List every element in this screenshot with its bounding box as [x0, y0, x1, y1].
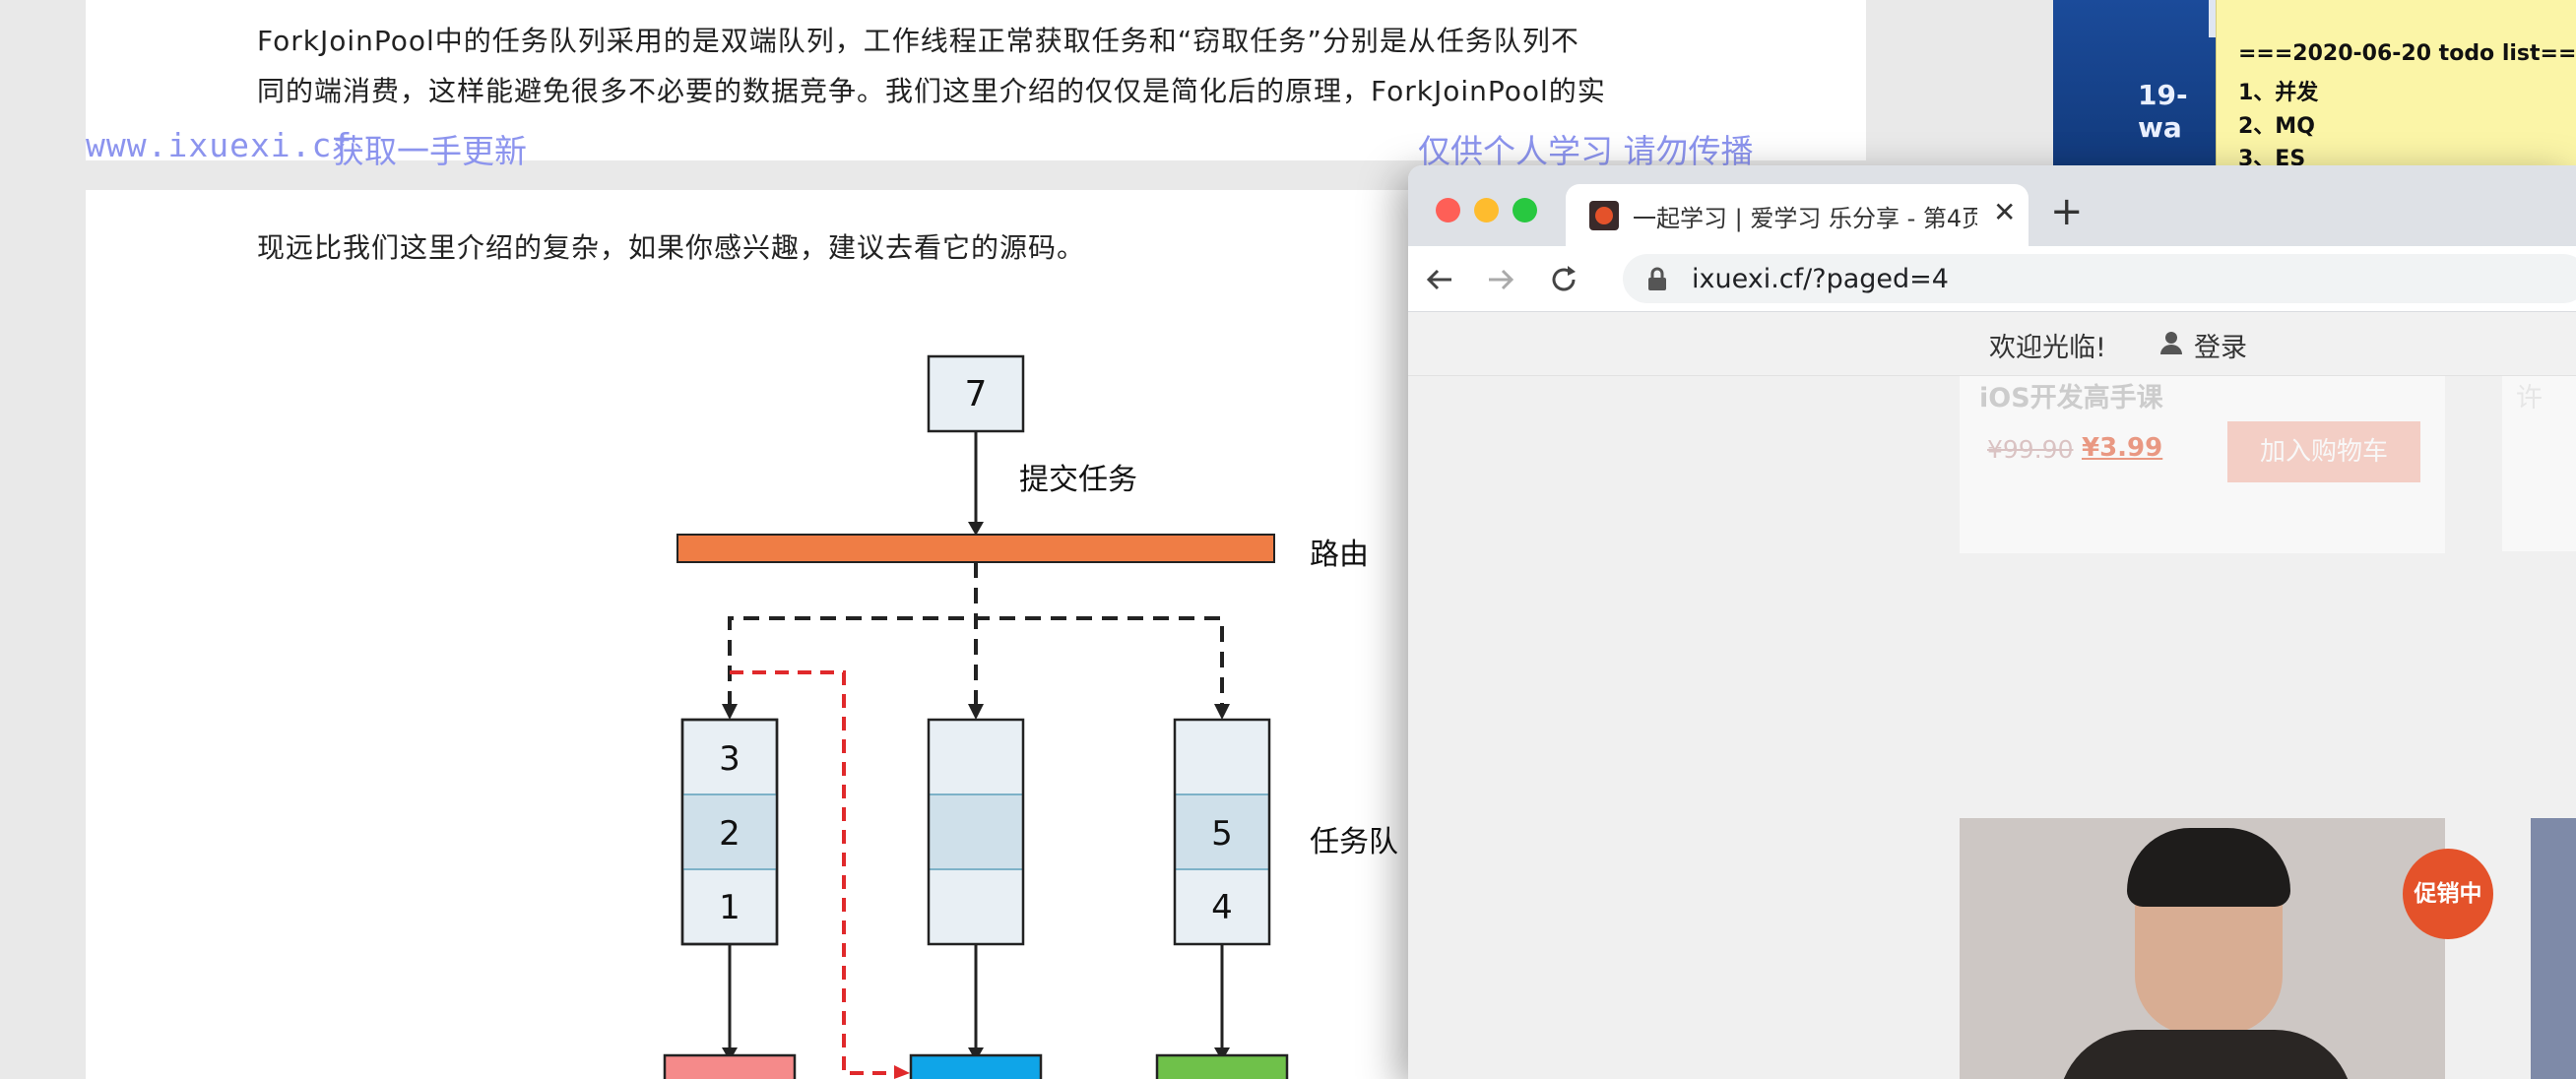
article-text-line-2: 同的端消费，这样能避免很多不必要的数据竞争。我们这里介绍的仅仅是简化后的原理，F…	[257, 75, 1606, 107]
route-label: 路由	[1310, 538, 1369, 572]
queue1-item-2: 2	[719, 814, 741, 854]
browser-window: 一起学习 | 爱学习 乐分享 - 第4页 ✕ + ixuexi.cf/?page…	[1408, 165, 2576, 1079]
forkjoin-diagram: 7 提交任务 路由 3 2 1 5 4 任务队	[663, 354, 1398, 1079]
sticky-line-2: 1、并发	[2238, 81, 2319, 105]
add-to-cart-button[interactable]: 加入购物车	[2227, 421, 2420, 482]
page-content: iOS开发高手课 ¥99.90 ¥3.99 加入购物车 许 促销中	[1408, 376, 2576, 1079]
minimize-window-button[interactable]	[1474, 198, 1499, 222]
close-tab-icon[interactable]: ✕	[1993, 196, 2016, 228]
site-top-bar: 欢迎光临! 登录	[1408, 312, 2576, 376]
lock-icon	[1648, 267, 1666, 290]
address-bar[interactable]: ixuexi.cf/?paged=4	[1623, 254, 2576, 303]
worker-box-3	[1155, 1053, 1289, 1079]
new-tab-icon[interactable]: +	[2050, 189, 2084, 234]
sticky-line-3: 2、MQ	[2238, 114, 2315, 139]
article-text-line-1: ForkJoinPool中的任务队列采用的是双端队列，工作线程正常获取任务和“窃…	[257, 25, 1579, 57]
course-card-top: iOS开发高手课 ¥99.90 ¥3.99 加入购物车	[1960, 376, 2445, 553]
submit-task-label: 提交任务	[1019, 463, 1137, 497]
close-window-button[interactable]	[1436, 198, 1460, 222]
task-top-label: 7	[965, 374, 988, 414]
watermark-update: 获取一手更新	[332, 132, 527, 170]
welcome-text: 欢迎光临!	[1989, 333, 2106, 363]
queue1-item-3: 1	[719, 888, 741, 927]
browser-toolbar: ixuexi.cf/?paged=4	[1408, 246, 2576, 312]
new-price: ¥3.99	[2082, 433, 2163, 463]
tab-title: 一起学习 | 爱学习 乐分享 - 第4页	[1633, 205, 1977, 232]
old-price: ¥99.90	[1987, 435, 2074, 464]
queue3-item-2: 4	[1211, 888, 1233, 927]
login-link[interactable]: 登录	[2194, 326, 2247, 364]
wallpaper-text: 19-wa	[2138, 79, 2188, 144]
sticky-note[interactable]: ===2020-06-20 todo list==== 1、并发 2、MQ 3、…	[2216, 0, 2576, 171]
sticky-line-1: ===2020-06-20 todo list====	[2238, 41, 2576, 66]
maximize-window-button[interactable]	[1513, 198, 1537, 222]
queue3-item-1: 5	[1211, 814, 1233, 854]
forward-icon[interactable]	[1483, 262, 1518, 297]
watermark-site: www.ixuexi.cf	[86, 126, 354, 164]
tab-bar: 一起学习 | 爱学习 乐分享 - 第4页 ✕ +	[1408, 165, 2576, 246]
worker-box-1	[663, 1053, 797, 1079]
course-image-partial[interactable]	[2531, 818, 2576, 1079]
course-title[interactable]: iOS开发高手课	[1979, 376, 2163, 414]
desktop-wallpaper: 19-wa	[2053, 0, 2228, 167]
promo-badge: 促销中	[2403, 849, 2493, 939]
browser-tab-active[interactable]: 一起学习 | 爱学习 乐分享 - 第4页 ✕	[1566, 184, 2029, 246]
queue1-item-1: 3	[719, 739, 741, 779]
worker-box-2	[909, 1053, 1043, 1079]
favicon-icon	[1589, 201, 1619, 230]
task-queue-label: 任务队	[1310, 825, 1398, 859]
course-card-partial	[2502, 376, 2576, 551]
portrait-hair	[2127, 828, 2290, 907]
user-icon	[2160, 332, 2182, 354]
course-image[interactable]	[1960, 818, 2445, 1079]
portrait-suit	[2058, 1030, 2353, 1079]
url-text: ixuexi.cf/?paged=4	[1692, 264, 1949, 294]
back-icon[interactable]	[1422, 262, 1457, 297]
reload-icon[interactable]	[1546, 262, 1581, 297]
router-bar	[676, 534, 1275, 563]
